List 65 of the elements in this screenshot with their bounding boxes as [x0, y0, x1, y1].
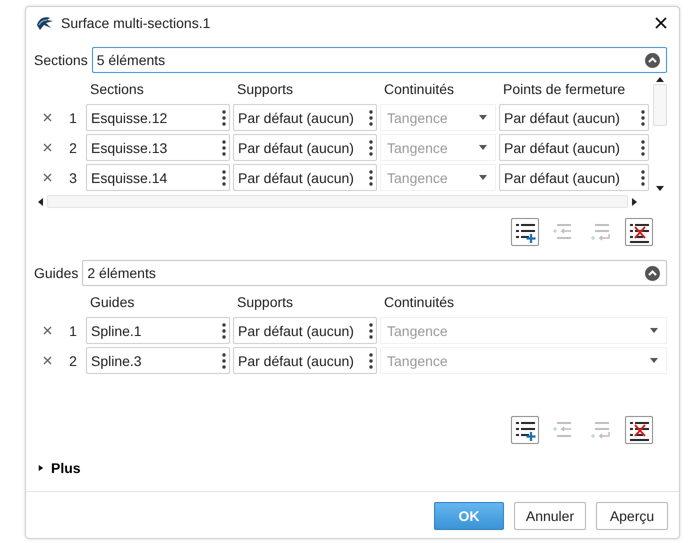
table-cell[interactable]: Esquisse.12 — [86, 104, 230, 131]
toolbar-button[interactable] — [625, 218, 653, 246]
row-number: 3 — [68, 170, 78, 186]
more-icon[interactable] — [369, 110, 373, 126]
toolbar-button[interactable] — [511, 218, 539, 246]
row-number: 1 — [68, 110, 78, 126]
more-icon[interactable] — [222, 110, 226, 126]
more-options-toggle[interactable]: Plus — [38, 460, 81, 476]
more-icon[interactable] — [222, 322, 226, 338]
column-header: Continuités — [383, 80, 456, 99]
dropdown-arrow-icon[interactable] — [479, 115, 487, 120]
more-icon[interactable] — [222, 170, 226, 186]
column-header: Supports — [236, 293, 294, 312]
more-icon[interactable] — [222, 352, 226, 368]
window-title: Surface multi-sections.1 — [61, 15, 212, 31]
table-cell[interactable]: Par défaut (aucun) — [499, 104, 649, 131]
table-cell[interactable]: Par défaut (aucun) — [233, 104, 377, 131]
column-header: Supports — [236, 80, 294, 99]
column-header: Guides — [89, 293, 136, 312]
more-icon[interactable] — [369, 170, 373, 186]
table-cell[interactable]: Esquisse.13 — [86, 134, 230, 161]
table-cell[interactable]: Par défaut (aucun) — [499, 164, 649, 191]
more-icon[interactable] — [369, 352, 373, 368]
dialog-button[interactable]: Aperçu — [596, 502, 668, 530]
vertical-scrollbar[interactable] — [653, 77, 667, 191]
table-cell[interactable]: Par défaut (aucun) — [233, 134, 377, 161]
dialog-button[interactable]: Annuler — [514, 502, 586, 530]
more-icon[interactable] — [641, 140, 645, 156]
row-number: 1 — [68, 322, 78, 338]
collapsed-arrow-icon — [38, 464, 44, 472]
more-icon[interactable] — [641, 110, 645, 126]
scroll-left-arrow-icon[interactable] — [38, 198, 43, 206]
horizontal-scrollbar[interactable] — [38, 195, 637, 208]
row-number: 2 — [68, 140, 78, 156]
more-icon[interactable] — [369, 322, 373, 338]
list-field[interactable]: 5 éléments — [92, 47, 667, 73]
dropdown-arrow-icon[interactable] — [650, 328, 658, 333]
collapse-icon[interactable] — [645, 266, 660, 280]
dropdown-arrow-icon[interactable] — [479, 175, 487, 180]
more-icon[interactable] — [369, 140, 373, 156]
column-header: Sections — [89, 80, 145, 99]
more-icon[interactable] — [641, 170, 645, 186]
more-icon[interactable] — [222, 140, 226, 156]
section-label: Sections — [34, 52, 88, 68]
section-label: Guides — [34, 265, 78, 281]
table-cell[interactable]: Par défaut (aucun) — [499, 134, 649, 161]
dropdown-arrow-icon[interactable] — [650, 358, 658, 363]
table-cell[interactable]: Esquisse.14 — [86, 164, 230, 191]
toolbar-button[interactable] — [625, 416, 653, 444]
row-number: 2 — [68, 352, 78, 368]
table-cell[interactable]: Spline.1 — [86, 317, 230, 344]
table-cell[interactable]: Par défaut (aucun) — [233, 317, 377, 344]
scroll-up-arrow-icon[interactable] — [656, 77, 664, 82]
app-logo-icon — [36, 15, 54, 31]
scroll-right-arrow-icon[interactable] — [632, 198, 637, 206]
list-field[interactable]: 2 éléments — [82, 260, 667, 286]
collapse-icon[interactable] — [645, 52, 660, 68]
column-header: Continuités — [383, 293, 456, 312]
table-cell[interactable]: Spline.3 — [86, 347, 230, 374]
column-header: Points de fermeture — [502, 80, 626, 99]
table-cell[interactable]: Par défaut (aucun) — [233, 347, 377, 374]
toolbar-button[interactable] — [511, 416, 539, 444]
dropdown-arrow-icon[interactable] — [479, 145, 487, 150]
scroll-down-arrow-icon[interactable] — [656, 186, 664, 191]
table-cell[interactable]: Par défaut (aucun) — [233, 164, 377, 191]
